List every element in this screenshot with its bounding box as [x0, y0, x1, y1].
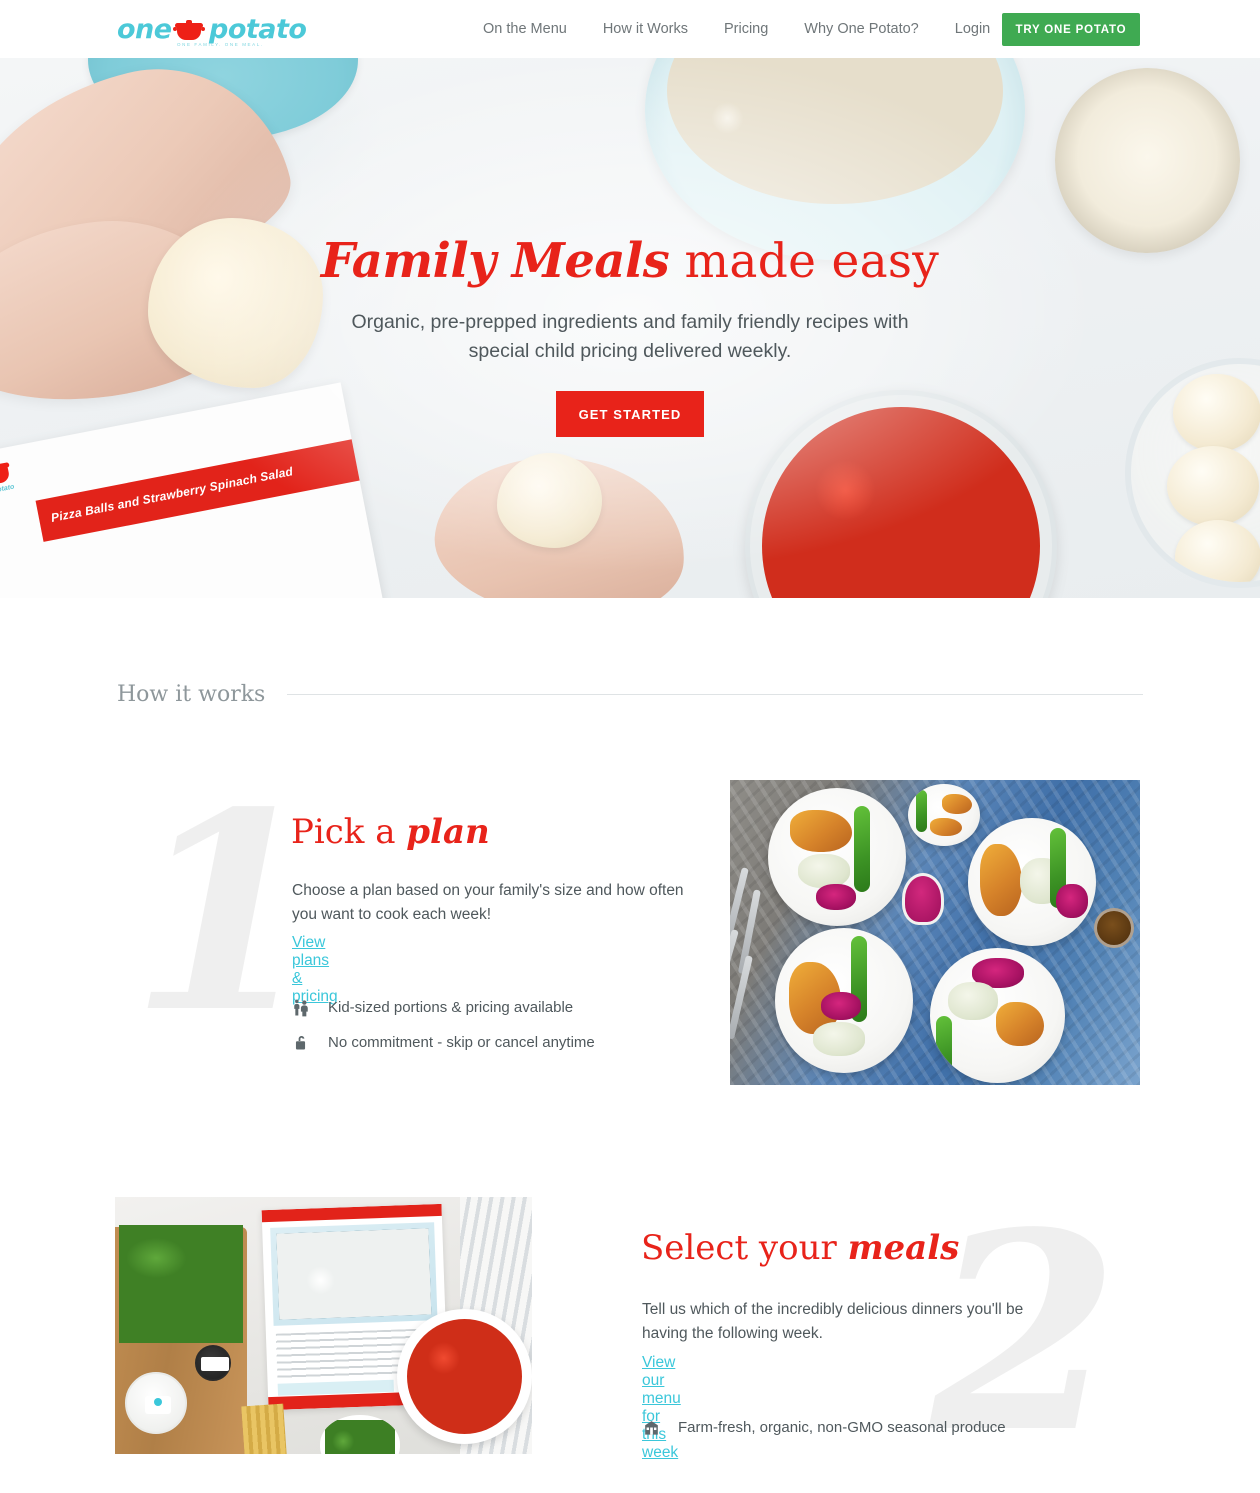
- step-1-title-script: plan: [406, 812, 490, 852]
- nav-item-why-one-potato[interactable]: Why One Potato?: [786, 21, 936, 37]
- dinner-plate: [930, 948, 1065, 1083]
- red-pot-icon: [173, 20, 205, 40]
- site-header: one potato ONE FAMILY. ONE MEAL. On the …: [0, 0, 1260, 58]
- feature-label: No commitment - skip or cancel anytime: [328, 1034, 595, 1051]
- site-logo[interactable]: one potato ONE FAMILY. ONE MEAL.: [117, 12, 307, 50]
- feature-label: Kid-sized portions & pricing available: [328, 999, 574, 1016]
- try-one-potato-button[interactable]: TRY ONE POTATO: [1002, 13, 1140, 46]
- nav-item-login[interactable]: Login: [937, 21, 1008, 37]
- cheese-tub-prop: [125, 1372, 187, 1434]
- hero-banner: one potato Pizza Balls and Strawberry Sp…: [0, 58, 1260, 598]
- step-2-link-view-menu[interactable]: View our menu for this week: [642, 1354, 681, 1462]
- nav-item-pricing[interactable]: Pricing: [706, 21, 786, 37]
- kids-plate: [908, 784, 980, 846]
- dinner-plate: [768, 788, 906, 926]
- fresh-basil-prop: [119, 1225, 243, 1343]
- cabbage-ramekin: [902, 873, 944, 925]
- kids-family-icon: [290, 996, 312, 1020]
- pasta-prop: [241, 1403, 287, 1454]
- hero-headline: Family Meals made easy: [0, 233, 1260, 289]
- logo-word-potato: potato: [209, 14, 307, 45]
- nav-item-on-the-menu[interactable]: On the Menu: [465, 21, 585, 37]
- feature-label: Farm-fresh, organic, non-GMO seasonal pr…: [678, 1419, 1006, 1436]
- forks-prop: [730, 867, 784, 1048]
- step-1-feature-list: Kid-sized portions & pricing available N…: [290, 990, 595, 1060]
- logo-word-one: one: [117, 14, 172, 45]
- step-1-title-plain: Pick a: [291, 812, 407, 852]
- hero-subtitle: Organic, pre-prepped ingredients and fam…: [351, 311, 909, 362]
- unlocked-padlock-icon: [290, 1031, 312, 1055]
- sauce-cup: [1094, 908, 1134, 948]
- feature-row: Farm-fresh, organic, non-GMO seasonal pr…: [640, 1410, 1006, 1445]
- dinner-plate: [968, 818, 1096, 946]
- step-1-photo-family-plates: [730, 780, 1140, 1085]
- step-2-feature-list: Farm-fresh, organic, non-GMO seasonal pr…: [640, 1410, 1006, 1445]
- step-2-title-script: meals: [847, 1228, 960, 1268]
- feature-row: No commitment - skip or cancel anytime: [290, 1025, 595, 1060]
- step-1-body: Choose a plan based on your family's siz…: [292, 882, 684, 923]
- spice-tub-prop: [195, 1345, 231, 1381]
- hero-headline-script: Family Meals: [320, 233, 670, 289]
- dinner-plate: [775, 928, 913, 1073]
- broccoli-bowl-prop: [320, 1415, 400, 1454]
- step-2-title-plain: Select your: [641, 1228, 848, 1268]
- step-2-body: Tell us which of the incredibly deliciou…: [642, 1301, 1024, 1342]
- feature-row: Kid-sized portions & pricing available: [290, 990, 595, 1025]
- how-it-works-section-header: How it works: [117, 682, 1143, 707]
- logo-tagline: ONE FAMILY. ONE MEAL.: [177, 42, 264, 47]
- hero-headline-plain: made easy: [669, 234, 940, 289]
- section-divider: [287, 694, 1143, 695]
- main-navigation: On the Menu How it Works Pricing Why One…: [465, 0, 1008, 58]
- barn-farm-icon: [640, 1416, 662, 1440]
- get-started-button[interactable]: GET STARTED: [556, 391, 704, 437]
- tomato-sauce-bowl-prop: [397, 1309, 532, 1444]
- step-2-photo-meal-kit: [115, 1197, 532, 1454]
- step-1-title: Pick a plan: [291, 812, 490, 852]
- section-title: How it works: [117, 682, 266, 707]
- nav-item-how-it-works[interactable]: How it Works: [585, 21, 706, 37]
- step-2-title: Select your meals: [641, 1228, 959, 1268]
